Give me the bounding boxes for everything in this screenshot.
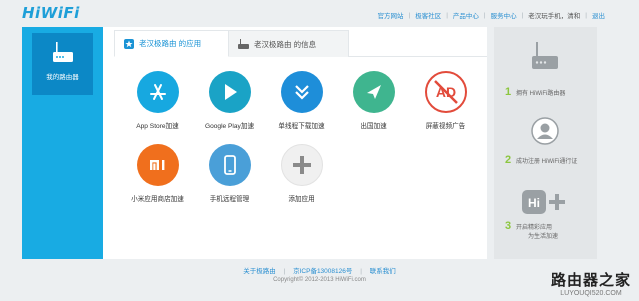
app-name: Google Play加速 [204,123,255,130]
watermark-url: LUYOUQI520.COM [560,290,622,297]
nav-divider: | [585,11,587,19]
sidebar-item-my-router[interactable]: 我的路由器 [32,33,93,95]
step-register-account: 2 成功注册 HiWiFi通行证 [494,109,597,179]
app-google-play-accelerate[interactable]: Google Play加速 [192,71,267,130]
app-overseas-accelerate[interactable]: 出国加速 [336,71,411,130]
app-app-store-accelerate[interactable]: App Store加速 [120,71,195,130]
logout-link[interactable]: 退出 [592,10,605,20]
router-gray-icon [532,42,558,69]
top-navigation: 官方网站 | 极客社区 | 产品中心 | 服务中心 | 老汉玩手机，清和 | 退… [377,10,605,21]
mi-store-icon [136,144,179,186]
hiwifi-logo[interactable]: HiWiFi [22,4,80,22]
app-mi-store-accelerate[interactable]: 小米应用商店加速 [120,144,195,203]
sidebar: 我的路由器 [22,27,103,259]
app-phone-remote-manage[interactable]: 手机远程管理 [192,144,267,203]
site-watermark: 路由器之家 LUYOUQI520.COM [551,269,631,297]
step-text: 成功注册 HiWiFi通行证 [516,159,578,165]
hi-plus-icon: Hi [522,190,565,214]
app-store-icon [136,71,179,113]
sidebar-item-label: 我的路由器 [46,74,79,81]
footer-divider: | [360,268,362,275]
step-text: 拥有 HiWiFi路由器 [516,91,566,97]
router-icon [52,42,73,62]
nav-divider: | [483,11,486,19]
router-small-icon [238,39,249,49]
nav-divider: | [446,11,448,19]
step-number: 2 [505,154,512,166]
copyright-text: Copyright© 2012-2013 HiWiFi.com [273,277,366,283]
step-enable-apps: Hi 3 开启精彩应用 为生活加速 [494,183,597,259]
tab-info[interactable]: 老汉极路由 的信息 [229,30,349,57]
nav-geek-community[interactable]: 极客社区 [415,10,441,20]
footer-contact-link[interactable]: 联系我们 [370,268,396,275]
footer-divider: | [283,268,286,275]
step-number: 3 [505,220,512,232]
app-block-video-ads[interactable]: AD 屏蔽视频广告 [408,71,483,130]
tab-apps-label: 老汉极路由 的应用 [139,39,202,48]
star-badge-icon [124,38,134,49]
step-number: 1 [505,86,512,98]
nav-divider: | [521,11,524,19]
tab-info-label: 老汉极路由 的信息 [254,39,317,49]
footer-icp-link[interactable]: 京ICP备13008126号 [293,268,352,275]
google-play-icon [208,71,251,113]
nav-product-center[interactable]: 产品中心 [453,10,479,20]
app-name: 出国加速 [360,123,387,130]
tab-bar: 老汉极路由 的应用 老汉极路由 的信息 [114,27,487,57]
user-greeting[interactable]: 老汉玩手机，清和 [528,10,580,20]
app-name: 添加应用 [288,196,315,203]
plane-icon [352,71,395,113]
step-text-line-2: 为生活加速 [528,234,559,240]
phone-icon [208,144,251,186]
download-accelerate-icon [280,71,323,113]
main-panel: 我的路由器 老汉极路由 的应用 老汉极路由 的信息 App Store加速 Go… [22,27,487,259]
app-name: 手机远程管理 [209,196,250,203]
nav-official-site[interactable]: 官方网站 [377,10,403,20]
ad-block-icon: AD [424,71,467,113]
tab-apps[interactable]: 老汉极路由 的应用 [114,30,229,57]
nav-divider: | [408,11,411,19]
svg-text:Hi: Hi [528,196,540,210]
app-name: 单线程下载加速 [278,123,325,130]
app-add-application[interactable]: 添加应用 [264,144,339,203]
getting-started-panel: 1 拥有 HiWiFi路由器 2 成功注册 HiWiFi通行证 Hi 3 开启精… [494,27,597,259]
step-own-router: 1 拥有 HiWiFi路由器 [494,27,597,107]
footer-about-link[interactable]: 关于极路由 [243,268,276,275]
user-avatar-icon [531,117,559,145]
app-name: 小米应用商店加速 [131,196,184,203]
app-single-thread-download[interactable]: 单线程下载加速 [264,71,339,130]
add-icon [280,144,323,186]
nav-service-center[interactable]: 服务中心 [491,10,517,20]
step-text: 开启精彩应用 [516,225,553,231]
footer-links: 关于极路由 | 京ICP备13008126号 | 联系我们 [0,265,639,275]
app-name: 屏蔽视频广告 [425,123,466,130]
app-name: App Store加速 [136,123,179,130]
watermark-title: 路由器之家 [550,272,631,289]
